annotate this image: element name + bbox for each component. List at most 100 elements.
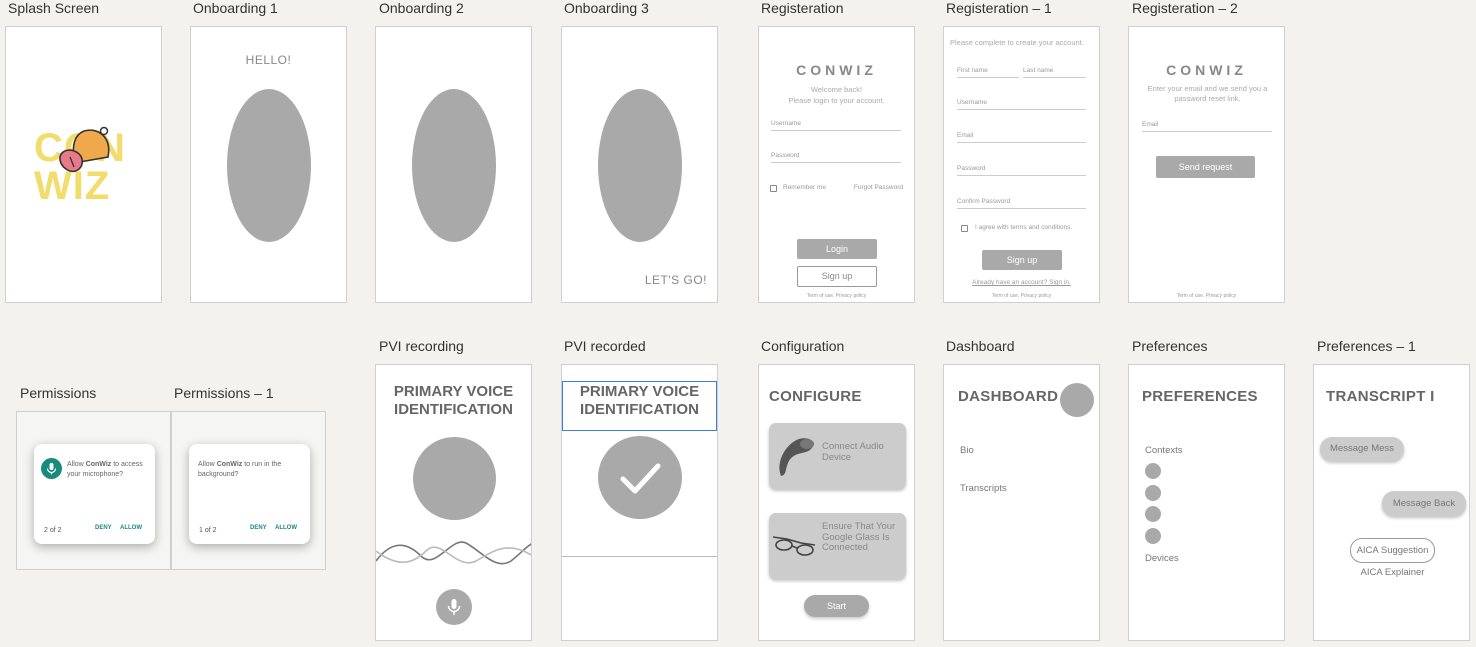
allow-button[interactable]: ALLOW [120,525,142,531]
artboard-label-onboarding-2: Onboarding 2 [379,0,464,16]
start-button[interactable]: Start [804,595,869,617]
headset-icon [779,438,814,476]
permission-message: Allow ConWiz to access your microphone? [67,461,143,478]
artboard-preferences[interactable]: PREFERENCES Contexts Devices [1128,364,1285,641]
artboard-preferences-1[interactable]: TRANSCRIPT I Message Mess Message Back A… [1313,364,1470,641]
artboard-label-dashboard: Dashboard [946,338,1015,354]
avatar[interactable] [1060,383,1094,417]
agree-label: I agree with terms and conditions. [975,224,1073,231]
permission-message: Allow ConWiz to run in the background? [198,461,282,478]
microphone-icon [447,599,461,615]
artboard-permissions-1[interactable]: Allow ConWiz to run in the background? 1… [171,411,326,570]
google-glass-card[interactable]: Ensure That Your Google Glass Is Connect… [769,513,906,579]
title-line-2: IDENTIFICATION [580,401,699,418]
title-line-1: PRIMARY VOICE [579,383,700,400]
menu-item-transcripts[interactable]: Transcripts [960,483,1007,494]
deny-button[interactable]: DENY [250,525,267,531]
artboard-label-preferences: Preferences [1132,338,1208,354]
artboard-label-pvi-recorded: PVI recorded [564,338,646,354]
brand-logo: CONWIZ [796,62,877,78]
first-name-field[interactable]: First name [957,67,1019,78]
permission-count: 1 of 2 [199,527,217,534]
permission-dialog: Allow ConWiz to access your microphone? … [34,444,155,544]
sign-in-link[interactable]: Already have an account? Sign in. [944,279,1099,286]
context-option[interactable] [1145,506,1161,522]
artboard-configuration[interactable]: CONFIGURE Connect Audio Device Ensure Th… [758,364,915,641]
page-title: DASHBOARD [958,388,1059,405]
microphone-button[interactable] [436,589,472,625]
permission-dialog: Allow ConWiz to run in the background? 1… [189,444,310,544]
connect-audio-card[interactable]: Connect Audio Device [769,423,906,489]
pvi-title: PRIMARY VOICE IDENTIFICATION [562,381,717,431]
message-bubble-incoming[interactable]: Message Mess [1320,437,1404,461]
artboard-pvi-recorded[interactable]: PRIMARY VOICE IDENTIFICATION [561,364,718,641]
email-field[interactable]: Email [957,132,1086,143]
agree-checkbox[interactable] [961,225,968,232]
forgot-password-link[interactable]: Forgot Password [854,184,903,191]
artboard-label-registeration-2: Registeration – 2 [1132,0,1238,16]
password-field[interactable]: Password [771,152,901,163]
deny-button[interactable]: DENY [95,525,112,531]
card-label: Ensure That Your Google Glass Is Connect… [822,521,896,553]
context-option[interactable] [1145,528,1161,544]
username-field[interactable]: Username [771,120,901,131]
send-request-button[interactable]: Send request [1156,156,1255,178]
artboard-label-permissions-1: Permissions – 1 [174,385,274,401]
artboard-label-permissions: Permissions [20,385,97,401]
signup-button[interactable]: Sign up [982,250,1062,270]
artboard-registeration[interactable]: CONWIZ Welcome back! Please login to you… [758,26,915,303]
password-field[interactable]: Password [957,165,1086,176]
terms-links[interactable]: Term of use. Privacy policy [1129,293,1284,299]
email-field[interactable]: Email [1142,121,1272,132]
confirm-password-field[interactable]: Confirm Password [957,198,1086,209]
page-title: TRANSCRIPT I [1326,388,1435,405]
artboard-permissions[interactable]: Allow ConWiz to access your microphone? … [16,411,171,570]
intro-text: Please complete to create your account. [950,38,1084,47]
artboard-registeration-2[interactable]: CONWIZ Enter your email and we send you … [1128,26,1285,303]
card-label: Connect Audio Device [822,441,884,463]
divider [562,556,717,557]
bell-tongue-icon [59,126,110,173]
illustration-placeholder [227,89,311,242]
terms-links[interactable]: Term of use. Privacy policy [944,293,1099,299]
greeting-text: HELLO! [245,53,292,67]
message-bubble-outgoing[interactable]: Message Back [1382,491,1466,516]
artboard-onboarding-3[interactable]: LET'S GO! [561,26,718,303]
microphone-icon [41,458,62,479]
context-option[interactable] [1145,463,1161,479]
artboard-label-preferences-1: Preferences – 1 [1317,338,1416,354]
login-button[interactable]: Login [797,239,877,259]
aica-suggestion-button[interactable]: AICA Suggestion [1350,538,1435,563]
lets-go-button[interactable]: LET'S GO! [645,273,707,287]
voice-circle [413,437,496,520]
artboard-onboarding-1[interactable]: HELLO! [190,26,347,303]
artboard-label-pvi-recording: PVI recording [379,338,464,354]
artboard-pvi-recording[interactable]: PRIMARY VOICE IDENTIFICATION [375,364,532,641]
artboard-dashboard[interactable]: DASHBOARD Bio Transcripts [943,364,1100,641]
allow-button[interactable]: ALLOW [275,525,297,531]
context-option[interactable] [1145,485,1161,501]
pvi-title: PRIMARY VOICE IDENTIFICATION [376,383,531,419]
artboard-onboarding-2[interactable] [375,26,532,303]
title-line-1: PRIMARY VOICE [393,383,514,400]
permission-count: 2 of 2 [44,527,62,534]
menu-item-bio[interactable]: Bio [960,445,974,456]
artboard-registeration-1[interactable]: Please complete to create your account. … [943,26,1100,303]
signup-button[interactable]: Sign up [797,266,877,287]
artboard-splash[interactable]: CON WIZ [5,26,162,303]
artboard-label-registeration: Registeration [761,0,844,16]
terms-links[interactable]: Term of use. Privacy policy [759,293,914,299]
remember-checkbox[interactable] [770,185,777,192]
welcome-text: Welcome back! [810,85,863,94]
last-name-field[interactable]: Last name [1023,67,1086,78]
artboard-label-onboarding-3: Onboarding 3 [564,0,649,16]
artboard-label-configuration: Configuration [761,338,845,354]
reset-intro-text: Enter your email and we send you a passw… [1147,84,1268,103]
waveform-icon [376,541,531,565]
aica-explainer-text: AICA Explainer [1360,567,1425,578]
illustration-placeholder [598,89,682,242]
username-field[interactable]: Username [957,99,1086,110]
success-circle [598,436,682,519]
illustration-placeholder [412,89,496,242]
artboard-label-registeration-1: Registeration – 1 [946,0,1052,16]
